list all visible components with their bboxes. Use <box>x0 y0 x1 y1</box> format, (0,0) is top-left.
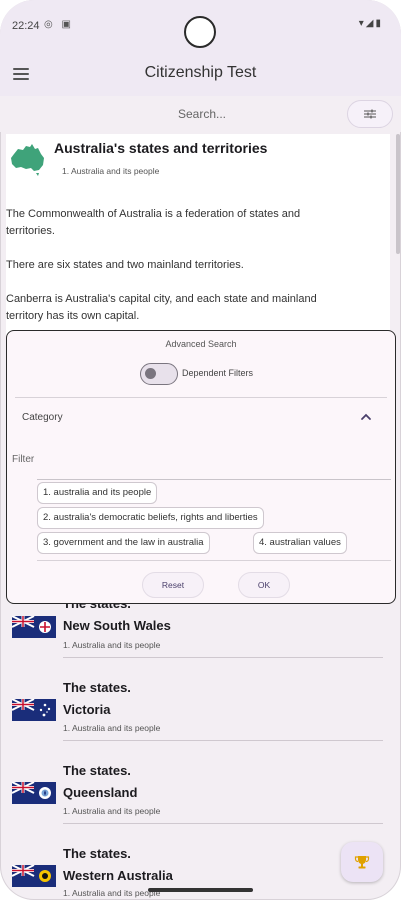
article-paragraph: There are six states and two mainland te… <box>6 259 244 271</box>
search-bar <box>0 96 401 132</box>
tune-icon <box>364 109 376 119</box>
status-notification-icons: ◎ ▣ <box>44 19 74 30</box>
category-chip[interactable]: 3. government and the law in australia <box>37 532 210 554</box>
article-title: Australia's states and territories <box>54 140 268 156</box>
filter-button[interactable] <box>347 100 393 128</box>
list-item-title: Victoria <box>63 702 111 717</box>
category-chip[interactable]: 4. australian values <box>253 532 347 554</box>
nsw-flag-icon <box>12 616 56 638</box>
ok-button[interactable]: OK <box>238 572 290 598</box>
list-item-category: 1. Australia and its people <box>63 723 161 733</box>
list-item-category: 1. Australia and its people <box>63 888 161 898</box>
toggle-knob <box>145 368 156 379</box>
divider <box>63 740 383 741</box>
list-item-kicker: The states. <box>63 846 131 861</box>
trophy-icon <box>354 856 370 869</box>
divider <box>63 657 383 658</box>
article-paragraph: Canberra is Australia's capital city, an… <box>6 293 317 322</box>
filter-field[interactable]: Filter <box>12 454 34 465</box>
category-header[interactable]: Category <box>22 412 63 423</box>
dependent-filters-toggle[interactable] <box>140 363 178 385</box>
list-item-category: 1. Australia and its people <box>63 640 161 650</box>
divider <box>63 823 383 824</box>
search-input[interactable] <box>90 102 314 126</box>
list-item[interactable]: The states. New South Wales 1. Australia… <box>0 594 401 677</box>
list-item-kicker: The states. <box>63 680 131 695</box>
western-australia-flag-icon <box>12 865 56 887</box>
article-paragraph: The Commonwealth of Australia is a feder… <box>6 208 301 237</box>
home-indicator[interactable] <box>148 888 253 892</box>
article-card[interactable]: Australia's states and territories 1. Au… <box>6 134 390 344</box>
category-chip[interactable]: 2. australia's democratic beliefs, right… <box>37 507 264 529</box>
status-bar: 22:24 ◎ ▣ ▾◢▮ <box>0 0 401 52</box>
scrollbar[interactable] <box>396 134 400 254</box>
filter-underline <box>37 479 391 480</box>
phone-frame: 22:24 ◎ ▣ ▾◢▮ Citizenship Test Australia… <box>0 0 401 900</box>
divider <box>15 397 387 398</box>
advanced-search-panel: Advanced Search Dependent Filters Catego… <box>6 330 396 604</box>
list-item-kicker: The states. <box>63 763 131 778</box>
list-item-category: 1. Australia and its people <box>63 806 161 816</box>
chevron-up-icon[interactable] <box>359 411 373 423</box>
list-item-title: New South Wales <box>63 618 171 633</box>
list-item-title: Queensland <box>63 785 138 800</box>
victoria-flag-icon <box>12 699 56 721</box>
list-item[interactable]: The states. Victoria 1. Australia and it… <box>0 677 401 760</box>
australia-map-thumbnail <box>8 140 48 178</box>
status-signal-battery-icons: ▾◢▮ <box>358 18 383 29</box>
camera-cutout <box>184 16 216 48</box>
category-chip[interactable]: 1. australia and its people <box>37 482 158 504</box>
divider <box>37 560 391 561</box>
queensland-flag-icon <box>12 782 56 804</box>
status-time: 22:24 <box>12 20 40 32</box>
reset-button[interactable]: Reset <box>142 572 204 598</box>
list-item[interactable]: The states. Queensland 1. Australia and … <box>0 760 401 843</box>
app-bar: Citizenship Test <box>0 52 401 96</box>
advanced-search-title: Advanced Search <box>165 339 237 349</box>
trophy-button[interactable] <box>341 842 383 882</box>
article-category: 1. Australia and its people <box>62 166 160 176</box>
list-item-title: Western Australia <box>63 868 173 883</box>
app-title: Citizenship Test <box>144 64 257 81</box>
dependent-filters-label: Dependent Filters <box>182 368 254 378</box>
